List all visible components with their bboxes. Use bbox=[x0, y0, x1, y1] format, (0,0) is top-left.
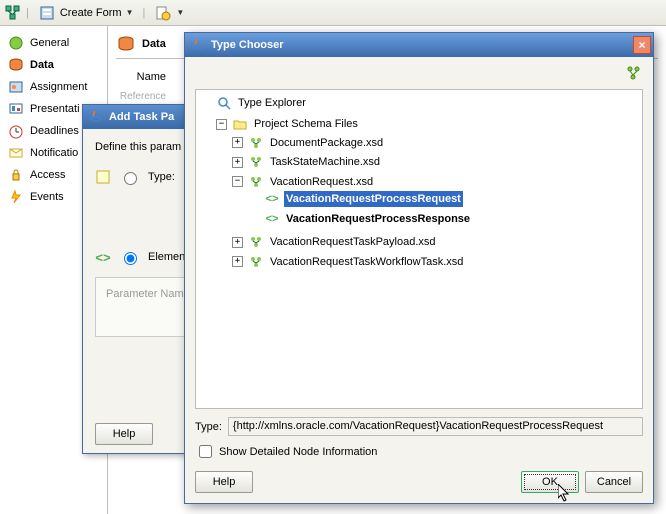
collapse-icon[interactable]: − bbox=[216, 119, 227, 130]
tree-root[interactable]: Type Explorer bbox=[200, 95, 308, 111]
tab-label: Data bbox=[142, 38, 166, 50]
expand-icon[interactable]: + bbox=[232, 157, 243, 168]
tree-docpkg[interactable]: + DocumentPackage.xsd bbox=[232, 135, 385, 151]
presentation-icon bbox=[8, 101, 24, 117]
xsd-icon bbox=[248, 174, 264, 190]
sidebar-item-label: Deadlines bbox=[30, 125, 79, 137]
type-label: Type: bbox=[148, 171, 175, 183]
java-icon bbox=[89, 109, 103, 126]
notification-icon bbox=[8, 145, 24, 161]
type-row: Type: {http://xmlns.oracle.com/VacationR… bbox=[195, 417, 643, 436]
close-button[interactable]: × bbox=[633, 36, 651, 54]
element-label: Element bbox=[148, 251, 188, 263]
xsd-icon bbox=[248, 254, 264, 270]
tree-psf[interactable]: − Project Schema Files bbox=[216, 116, 360, 132]
collapse-icon[interactable]: − bbox=[232, 176, 243, 187]
sidebar-item-label: Assignment bbox=[30, 81, 87, 93]
tree-vrtp[interactable]: + VacationRequestTaskPayload.xsd bbox=[232, 234, 438, 250]
schema-tree-icon[interactable] bbox=[625, 65, 643, 83]
show-detail-checkbox[interactable] bbox=[199, 445, 212, 458]
type-tree[interactable]: Type Explorer − Project Schema Files bbox=[195, 89, 643, 409]
tc-toolbar bbox=[195, 63, 643, 89]
element-radio[interactable] bbox=[124, 252, 137, 265]
java-icon bbox=[191, 37, 205, 54]
type-field[interactable]: {http://xmlns.oracle.com/VacationRequest… bbox=[228, 417, 643, 436]
element-icon: <> bbox=[95, 249, 111, 265]
type-radio[interactable] bbox=[124, 172, 137, 185]
chevron-down-icon: ▼ bbox=[176, 8, 184, 17]
close-icon: × bbox=[638, 39, 645, 51]
tree-docpkg-label: DocumentPackage.xsd bbox=[268, 135, 385, 151]
sidebar-item-label: Presentati bbox=[30, 103, 80, 115]
form-icon bbox=[38, 4, 56, 22]
tree-vrtwt[interactable]: + VacationRequestTaskWorkflowTask.xsd bbox=[232, 254, 465, 270]
type-label: Type: bbox=[195, 421, 222, 433]
assignment-icon bbox=[8, 79, 24, 95]
toolbar-extra-button[interactable]: ▼ bbox=[149, 1, 189, 25]
tc-title: Type Chooser bbox=[211, 39, 284, 51]
tree-tsm[interactable]: + TaskStateMachine.xsd bbox=[232, 154, 382, 170]
tree-vrtwt-label: VacationRequestTaskWorkflowTask.xsd bbox=[268, 254, 465, 270]
tree-root-label: Type Explorer bbox=[236, 95, 308, 111]
type-icon bbox=[95, 169, 111, 185]
tree-vr-req-label: VacationRequestProcessRequest bbox=[284, 191, 463, 207]
cancel-button[interactable]: Cancel bbox=[585, 471, 643, 493]
general-icon bbox=[8, 35, 24, 51]
expand-icon[interactable]: + bbox=[232, 137, 243, 148]
create-form-button[interactable]: Create Form ▼ bbox=[33, 1, 139, 25]
show-detail-label: Show Detailed Node Information bbox=[219, 446, 377, 458]
data-icon bbox=[8, 57, 24, 73]
name-label: Name bbox=[116, 71, 166, 83]
tree-vr[interactable]: − VacationRequest.xsd bbox=[232, 174, 375, 190]
tree-tsm-label: TaskStateMachine.xsd bbox=[268, 154, 382, 170]
sidebar-item-label: Events bbox=[30, 191, 64, 203]
tree-vr-label: VacationRequest.xsd bbox=[268, 174, 375, 190]
auto-layout-icon[interactable] bbox=[4, 4, 22, 22]
tree-vr-req[interactable]: <> VacationRequestProcessRequest bbox=[248, 191, 463, 207]
tree-vrtp-label: VacationRequestTaskPayload.xsd bbox=[268, 234, 438, 250]
chevron-down-icon: ▼ bbox=[126, 8, 134, 17]
gear-doc-icon bbox=[154, 4, 172, 22]
atp-help-button[interactable]: Help bbox=[95, 423, 153, 445]
tc-body: Type Explorer − Project Schema Files bbox=[185, 57, 653, 503]
atp-title: Add Task Pa bbox=[109, 111, 174, 123]
xsd-icon bbox=[248, 135, 264, 151]
sidebar-item-label: General bbox=[30, 37, 69, 49]
atp-footer: Help bbox=[95, 423, 153, 445]
sidebar-item-label: Data bbox=[30, 59, 54, 71]
access-icon bbox=[8, 167, 24, 183]
type-chooser-dialog: Type Chooser × Type Explorer bbox=[184, 32, 654, 504]
show-detail-row: Show Detailed Node Information bbox=[195, 442, 643, 461]
create-form-label: Create Form bbox=[60, 7, 122, 19]
folder-open-icon bbox=[232, 116, 248, 132]
sidebar-item-label: Access bbox=[30, 169, 65, 181]
sidebar-item-label: Notificatio bbox=[30, 147, 78, 159]
data-tab-icon bbox=[116, 34, 136, 54]
tc-footer: Help OK Cancel bbox=[195, 471, 643, 493]
tree-psf-label: Project Schema Files bbox=[252, 116, 360, 132]
element-icon: <> bbox=[264, 191, 280, 207]
sidebar-item-general[interactable]: General bbox=[0, 32, 107, 54]
tc-help-button[interactable]: Help bbox=[195, 471, 253, 493]
ok-button[interactable]: OK bbox=[521, 471, 579, 493]
tree-vr-resp-label: VacationRequestProcessResponse bbox=[284, 211, 472, 227]
tree-vr-resp[interactable]: <> VacationRequestProcessResponse bbox=[248, 211, 472, 227]
search-icon bbox=[216, 95, 232, 111]
param-name-label: Parameter Name bbox=[106, 288, 190, 300]
sidebar-item-assignment[interactable]: Assignment bbox=[0, 76, 107, 98]
xsd-icon bbox=[248, 234, 264, 250]
sidebar-item-data[interactable]: Data bbox=[0, 54, 107, 76]
tc-titlebar[interactable]: Type Chooser × bbox=[185, 33, 653, 57]
main-toolbar: | Create Form ▼ | ▼ bbox=[0, 0, 666, 26]
element-icon: <> bbox=[264, 211, 280, 227]
ref-label: Reference bbox=[116, 91, 166, 102]
expand-icon[interactable]: + bbox=[232, 256, 243, 267]
deadlines-icon bbox=[8, 123, 24, 139]
expand-icon[interactable]: + bbox=[232, 237, 243, 248]
xsd-icon bbox=[248, 154, 264, 170]
events-icon bbox=[8, 189, 24, 205]
